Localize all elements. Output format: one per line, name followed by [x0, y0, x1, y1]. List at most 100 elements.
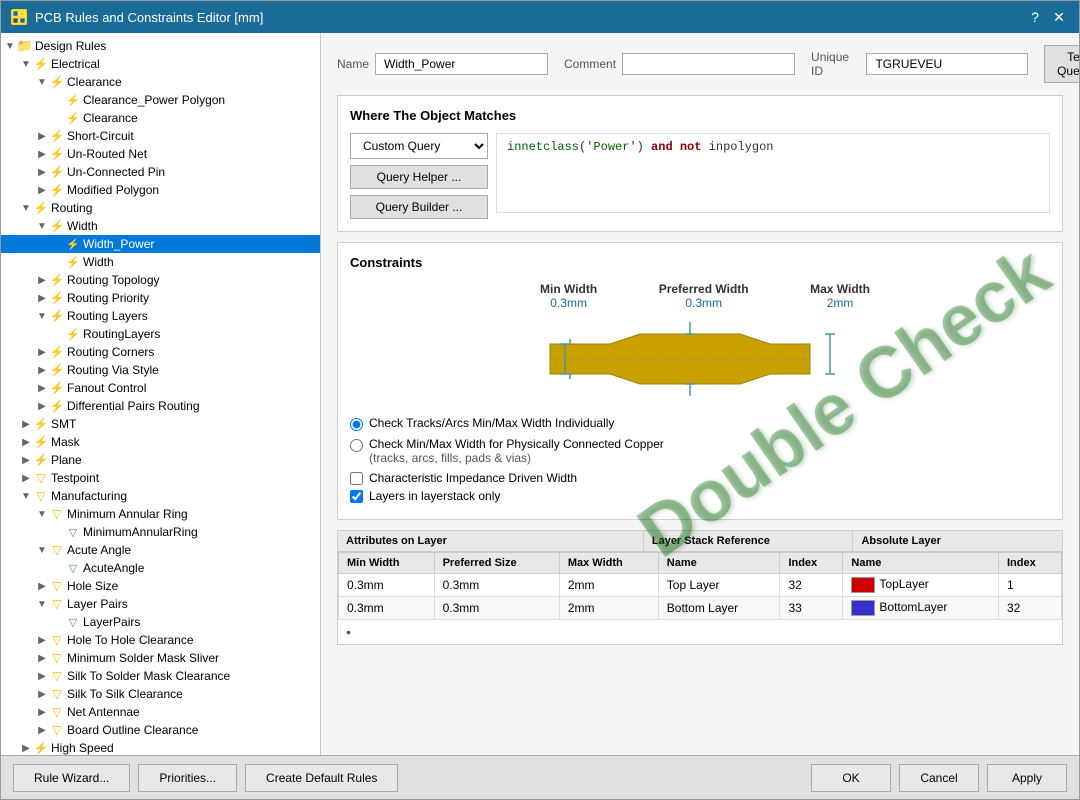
tree-panel[interactable]: ▼ 📁 Design Rules ▼ ⚡ Electrical ▼ ⚡ C	[1, 33, 320, 755]
expand-icon[interactable]: ▶	[35, 707, 49, 718]
expand-icon[interactable]: ▶	[35, 185, 49, 196]
expand-icon[interactable]: ▼	[35, 221, 49, 232]
expand-icon[interactable]: ▶	[19, 455, 33, 466]
expand-icon[interactable]: ▶	[35, 689, 49, 700]
tree-item-routing-priority[interactable]: ▶ ⚡ Routing Priority	[1, 289, 320, 307]
cell-min-width: 0.3mm	[339, 597, 435, 620]
expand-icon[interactable]: ▶	[35, 347, 49, 358]
expand-icon[interactable]: ▼	[35, 311, 49, 322]
query-code-display: innetclass('Power') and not inpolygon	[496, 133, 1050, 213]
expand-icon[interactable]: ▶	[19, 437, 33, 448]
radio-connected-copper[interactable]	[350, 439, 363, 452]
table-add-row-btn[interactable]: •	[338, 620, 1062, 644]
tree-item-testpoint[interactable]: ▶ ▽ Testpoint	[1, 469, 320, 487]
col-al-index: Index	[999, 553, 1062, 574]
expand-icon[interactable]: ▼	[35, 509, 49, 520]
checkbox-row-2: Layers in layerstack only	[350, 489, 1050, 503]
unique-id-input[interactable]	[866, 53, 1028, 75]
expand-icon[interactable]: ▶	[35, 293, 49, 304]
tree-item-unconnected-pin[interactable]: ▶ ⚡ Un-Connected Pin	[1, 163, 320, 181]
expand-icon[interactable]: ▼	[35, 77, 49, 88]
tree-item-plane[interactable]: ▶ ⚡ Plane	[1, 451, 320, 469]
tree-item-acute-angle[interactable]: ▼ ▽ Acute Angle	[1, 541, 320, 559]
expand-icon[interactable]: ▶	[35, 149, 49, 160]
expand-icon[interactable]: ▶	[19, 743, 33, 754]
radio-tracks-arcs[interactable]	[350, 418, 363, 431]
tree-item-clearance[interactable]: ▼ ⚡ Clearance	[1, 73, 320, 91]
tree-item-short-circuit[interactable]: ▶ ⚡ Short-Circuit	[1, 127, 320, 145]
tree-item-hole-to-hole[interactable]: ▶ ▽ Hole To Hole Clearance	[1, 631, 320, 649]
tree-label: Width	[83, 255, 114, 269]
close-button[interactable]: ✕	[1049, 7, 1069, 27]
tree-item-min-annular-ring[interactable]: ▼ ▽ Minimum Annular Ring	[1, 505, 320, 523]
expand-icon[interactable]: ▶	[35, 725, 49, 736]
checkbox-impedance[interactable]	[350, 472, 363, 485]
tree-item-smt[interactable]: ▶ ⚡ SMT	[1, 415, 320, 433]
ok-button[interactable]: OK	[811, 764, 891, 792]
create-default-rules-button[interactable]: Create Default Rules	[245, 764, 398, 792]
expand-icon[interactable]: ▼	[19, 203, 33, 214]
tree-item-fanout-control[interactable]: ▶ ⚡ Fanout Control	[1, 379, 320, 397]
tree-item-mask[interactable]: ▶ ⚡ Mask	[1, 433, 320, 451]
tree-item-diff-pairs[interactable]: ▶ ⚡ Differential Pairs Routing	[1, 397, 320, 415]
tree-item-silk-to-silk[interactable]: ▶ ▽ Silk To Silk Clearance	[1, 685, 320, 703]
tree-item-layer-pairs-rule[interactable]: ▶ ▽ LayerPairs	[1, 613, 320, 631]
expand-icon[interactable]: ▶	[35, 383, 49, 394]
expand-icon[interactable]: ▶	[19, 473, 33, 484]
tree-item-unrouted-net[interactable]: ▶ ⚡ Un-Routed Net	[1, 145, 320, 163]
tree-item-electrical[interactable]: ▼ ⚡ Electrical	[1, 55, 320, 73]
expand-icon[interactable]: ▶	[35, 167, 49, 178]
tree-item-width[interactable]: ▼ ⚡ Width	[1, 217, 320, 235]
rule-wizard-button[interactable]: Rule Wizard...	[13, 764, 130, 792]
expand-icon[interactable]: ▼	[19, 491, 33, 502]
tree-item-acute-angle-rule[interactable]: ▶ ▽ AcuteAngle	[1, 559, 320, 577]
tree-item-modified-polygon[interactable]: ▶ ⚡ Modified Polygon	[1, 181, 320, 199]
tree-item-min-annular-ring-rule[interactable]: ▶ ▽ MinimumAnnularRing	[1, 523, 320, 541]
tree-item-silk-to-solder[interactable]: ▶ ▽ Silk To Solder Mask Clearance	[1, 667, 320, 685]
expand-icon[interactable]: ▶	[35, 635, 49, 646]
expand-icon[interactable]: ▶	[35, 653, 49, 664]
checkbox-layerstack[interactable]	[350, 490, 363, 503]
query-helper-button[interactable]: Query Helper ...	[350, 165, 488, 189]
tree-item-clearance-rule[interactable]: ▶ ⚡ Clearance	[1, 109, 320, 127]
expand-icon[interactable]: ▶	[35, 275, 49, 286]
name-input[interactable]	[375, 53, 548, 75]
expand-icon[interactable]: ▶	[35, 131, 49, 142]
comment-input[interactable]	[622, 53, 795, 75]
expand-icon[interactable]: ▶	[35, 671, 49, 682]
query-builder-button[interactable]: Query Builder ...	[350, 195, 488, 219]
tree-item-layer-pairs[interactable]: ▼ ▽ Layer Pairs	[1, 595, 320, 613]
tree-item-width-power[interactable]: ▶ ⚡ Width_Power	[1, 235, 320, 253]
tree-item-board-outline[interactable]: ▶ ▽ Board Outline Clearance	[1, 721, 320, 739]
col-min-width: Min Width	[339, 553, 435, 574]
expand-icon[interactable]: ▶	[35, 365, 49, 376]
expand-icon[interactable]: ▼	[35, 545, 49, 556]
tree-item-routing-corners[interactable]: ▶ ⚡ Routing Corners	[1, 343, 320, 361]
tree-item-clearance-power[interactable]: ▶ ⚡ Clearance_Power Polygon	[1, 91, 320, 109]
expand-icon[interactable]: ▼	[35, 599, 49, 610]
tree-item-routing-via-style[interactable]: ▶ ⚡ Routing Via Style	[1, 361, 320, 379]
tree-item-high-speed[interactable]: ▶ ⚡ High Speed	[1, 739, 320, 755]
tree-item-min-solder-mask[interactable]: ▶ ▽ Minimum Solder Mask Sliver	[1, 649, 320, 667]
tree-item-design-rules[interactable]: ▼ 📁 Design Rules	[1, 37, 320, 55]
cancel-button[interactable]: Cancel	[899, 764, 979, 792]
tree-item-routing-topology[interactable]: ▶ ⚡ Routing Topology	[1, 271, 320, 289]
tree-item-width-rule[interactable]: ▶ ⚡ Width	[1, 253, 320, 271]
help-button[interactable]: ?	[1025, 7, 1045, 27]
expand-icon[interactable]: ▶	[19, 419, 33, 430]
expand-icon[interactable]: ▶	[35, 401, 49, 412]
priorities-button[interactable]: Priorities...	[138, 764, 237, 792]
tree-item-manufacturing[interactable]: ▼ ▽ Manufacturing	[1, 487, 320, 505]
expand-icon[interactable]: ▼	[19, 59, 33, 70]
tree-item-routing-layers-rule[interactable]: ▶ ⚡ RoutingLayers	[1, 325, 320, 343]
apply-button[interactable]: Apply	[987, 764, 1067, 792]
expand-icon[interactable]: ▶	[35, 581, 49, 592]
expand-icon[interactable]: ▼	[3, 41, 17, 52]
tree-item-routing[interactable]: ▼ ⚡ Routing	[1, 199, 320, 217]
tree-item-net-antennae[interactable]: ▶ ▽ Net Antennae	[1, 703, 320, 721]
custom-query-dropdown[interactable]: Custom Query All Net Class Member Net	[350, 133, 488, 159]
test-queries-button[interactable]: Test Queries	[1044, 45, 1079, 83]
bottom-right-buttons: OK Cancel Apply	[811, 764, 1067, 792]
tree-item-hole-size[interactable]: ▶ ▽ Hole Size	[1, 577, 320, 595]
tree-item-routing-layers[interactable]: ▼ ⚡ Routing Layers	[1, 307, 320, 325]
